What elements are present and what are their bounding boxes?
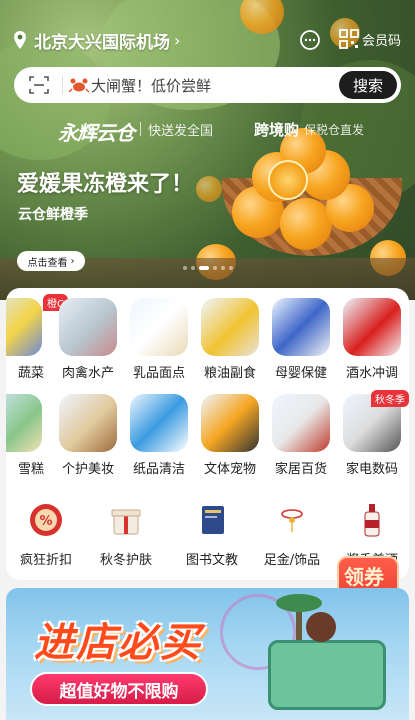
category-label: 粮油副食 <box>203 366 256 381</box>
service-gold-jewelry[interactable]: 足金/饰品 <box>252 502 332 568</box>
promo-title: 爱媛果冻橙来了！ <box>17 172 194 197</box>
category-label: 肉禽水产 <box>61 366 114 381</box>
member-code-button[interactable]: 会员码 <box>338 28 401 50</box>
character-decor <box>306 612 336 642</box>
palm-leaves-decor <box>276 594 322 612</box>
carousel-indicator <box>183 266 233 270</box>
svg-text:%: % <box>39 514 52 529</box>
brand-logo: 永辉云仓 <box>58 121 135 145</box>
category-label: 个护美妆 <box>61 462 114 477</box>
customer-service-icon[interactable] <box>298 28 322 52</box>
carousel-dot[interactable] <box>183 266 187 270</box>
service-crazy-discount[interactable]: % 疯狂折扣 <box>6 502 86 568</box>
beverage-image <box>343 298 401 356</box>
qr-code-icon <box>339 29 359 49</box>
member-code-label: 会员码 <box>362 33 402 49</box>
carousel-dot[interactable] <box>229 266 233 270</box>
category-row: 雪糕 个护美妆 纸品清洁 文体宠物 家居百货 家电数码 秋冬季 <box>6 390 409 486</box>
grain-oil-image <box>201 298 259 356</box>
scan-icon[interactable] <box>28 74 50 96</box>
service-label: 足金/饰品 <box>263 553 321 568</box>
category-label: 文体宠物 <box>203 462 256 477</box>
carousel-dot[interactable] <box>199 266 209 270</box>
category-label: 家电数码 <box>345 462 398 477</box>
paper-image <box>130 394 188 452</box>
banner-title: 进店必买 <box>34 620 202 666</box>
hero-banner[interactable]: 北京大兴国际机场 › 会员码 大闸蟹！低价尝鲜 搜索 永辉云仓 快送发全国 跨境… <box>0 0 415 300</box>
service-skincare[interactable]: 秋冬护肤 <box>86 502 166 568</box>
discount-icon: % <box>30 504 62 536</box>
category-row: 蔬菜 橙C 肉禽水产 乳品面点 粮油副食 母婴保健 酒水冲调 <box>6 294 409 390</box>
baby-image <box>272 298 330 356</box>
category-dairy-bakery[interactable]: 乳品面点 <box>124 298 194 381</box>
service-label: 疯狂折扣 <box>19 553 72 568</box>
book-icon <box>202 506 224 534</box>
category-label: 雪糕 <box>17 462 44 477</box>
category-personal-care[interactable]: 个护美妆 <box>53 394 123 477</box>
orange-fruit <box>280 198 332 250</box>
shopping-cart-decor <box>268 640 386 710</box>
carousel-dot[interactable] <box>213 266 217 270</box>
divider <box>62 76 63 94</box>
location-pin-icon <box>14 31 26 49</box>
service-books[interactable]: 图书文教 <box>172 502 252 568</box>
coupon-label: 领券 <box>344 565 384 589</box>
stationery-image <box>201 394 259 452</box>
home-goods-image <box>272 394 330 452</box>
orange-decor <box>196 176 222 202</box>
crossborder-sub: 保税仓直发 <box>304 123 365 137</box>
category-grain-oil[interactable]: 粮油副食 <box>195 298 265 381</box>
location-selector[interactable]: 北京大兴国际机场 <box>34 28 170 53</box>
search-input[interactable]: 大闸蟹！低价尝鲜 <box>91 75 211 96</box>
chevron-right-icon[interactable]: › <box>174 31 180 50</box>
carousel-dot[interactable] <box>221 266 225 270</box>
vegetables-image <box>6 298 42 356</box>
category-icecream[interactable]: 雪糕 <box>6 394 48 477</box>
orange-half <box>268 160 308 200</box>
search-button[interactable]: 搜索 <box>339 71 397 99</box>
bracelet-icon <box>281 509 303 532</box>
category-paper-cleaning[interactable]: 纸品清洁 <box>124 394 194 477</box>
top-bar: 北京大兴国际机场 › 会员码 <box>12 26 407 54</box>
category-meat-seafood[interactable]: 肉禽水产 <box>53 298 123 381</box>
category-baby-health[interactable]: 母婴保健 <box>266 298 336 381</box>
category-label: 蔬菜 <box>17 366 44 381</box>
must-buy-banner[interactable]: 进店必买 超值好物不限购 <box>6 588 409 720</box>
category-label: 酒水冲调 <box>345 366 398 381</box>
carousel-dot[interactable] <box>191 266 195 270</box>
dairy-image <box>130 298 188 356</box>
divider <box>140 122 141 136</box>
banner-subtitle-button[interactable]: 超值好物不限购 <box>30 672 208 706</box>
promo-view-label: 点击查看 <box>27 257 68 269</box>
category-label: 母婴保健 <box>274 366 327 381</box>
promo-subtitle: 云仓鲜橙季 <box>18 207 88 223</box>
category-vegetables[interactable]: 蔬菜 橙C <box>6 294 68 381</box>
chevron-right-icon: › <box>70 255 75 267</box>
category-label: 家居百货 <box>274 462 327 477</box>
service-label: 秋冬护肤 <box>99 553 152 568</box>
personal-care-image <box>59 394 117 452</box>
liquor-bottle-icon <box>364 504 380 537</box>
category-home-goods[interactable]: 家居百货 <box>266 394 336 477</box>
service-label: 图书文教 <box>185 553 238 568</box>
meat-image <box>59 298 117 356</box>
icecream-image <box>6 394 42 452</box>
category-stationery-pets[interactable]: 文体宠物 <box>195 394 265 477</box>
brand-tagline: 快送发全国 <box>148 124 214 139</box>
category-beverages[interactable]: 酒水冲调 <box>337 298 407 381</box>
category-label: 乳品面点 <box>132 366 185 381</box>
badge: 秋冬季 <box>371 390 409 407</box>
crossborder-label: 跨境购 <box>254 121 300 139</box>
promo-view-button[interactable]: 点击查看 › <box>17 251 85 271</box>
search-bar[interactable]: 大闸蟹！低价尝鲜 搜索 <box>14 67 401 103</box>
category-grid: 蔬菜 橙C 肉禽水产 乳品面点 粮油副食 母婴保健 酒水冲调 雪糕 个护美妆 纸… <box>6 288 409 580</box>
crab-icon <box>69 78 89 93</box>
category-label: 纸品清洁 <box>132 462 185 477</box>
category-appliances[interactable]: 家电数码 秋冬季 <box>337 390 409 477</box>
gift-box-icon <box>111 509 141 535</box>
